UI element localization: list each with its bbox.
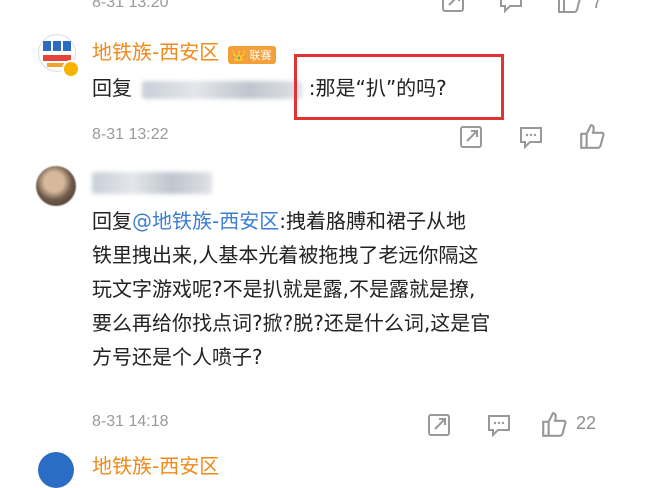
comment-body: 回复@地铁族-西安区:拽着胳膊和裙子从地 铁里拽出来,人基本光着被拖拽了老远你隔…: [92, 204, 632, 374]
comment-icon[interactable]: [518, 124, 544, 150]
blurred-username: [142, 80, 303, 99]
comment-time: 8-31 13:20: [92, 0, 169, 11]
comment-author[interactable]: 地铁族-西安区: [92, 450, 219, 479]
comment-text-line: :拽着胳膊和裙子从地: [279, 209, 466, 233]
comment-time: 8-31 14:18: [92, 413, 169, 430]
comment-time: 8-31 13:22: [92, 126, 169, 143]
like-icon[interactable]: [540, 410, 568, 438]
like-icon[interactable]: [556, 0, 582, 14]
comment-text-line: 玩文字游戏呢?不是扒就是露,不是露就是撩,: [92, 277, 476, 301]
share-icon[interactable]: [440, 0, 466, 14]
comment-author[interactable]: 地铁族-西安区: [92, 40, 219, 64]
like-icon[interactable]: [578, 122, 606, 150]
member-badge: 👑 联赛: [228, 45, 276, 64]
highlight-annotation: [294, 54, 504, 120]
share-icon[interactable]: [426, 412, 452, 438]
like-count: 7: [592, 0, 603, 12]
member-badge-icon: 👑: [232, 48, 247, 62]
reply-prefix: 回复: [92, 209, 132, 233]
reply-prefix: 回复: [92, 76, 132, 100]
avatar[interactable]: [36, 166, 76, 206]
avatar[interactable]: [38, 452, 74, 488]
mention-link[interactable]: @地铁族-西安区: [132, 209, 279, 233]
share-icon[interactable]: [458, 124, 484, 150]
comment-icon[interactable]: [486, 412, 512, 438]
comment-icon[interactable]: [498, 0, 524, 14]
comment-text-line: 铁里拽出来,人基本光着被拖拽了老远你隔这: [92, 243, 479, 267]
comment-text-line: 方号还是个人喷子?: [92, 345, 263, 369]
verified-badge-icon: [62, 60, 80, 78]
like-count: 22: [576, 413, 597, 433]
blurred-author-name: [92, 172, 212, 194]
comment-text-line: 要么再给你找点词?掀?脱?还是什么词,这是官: [92, 311, 491, 335]
